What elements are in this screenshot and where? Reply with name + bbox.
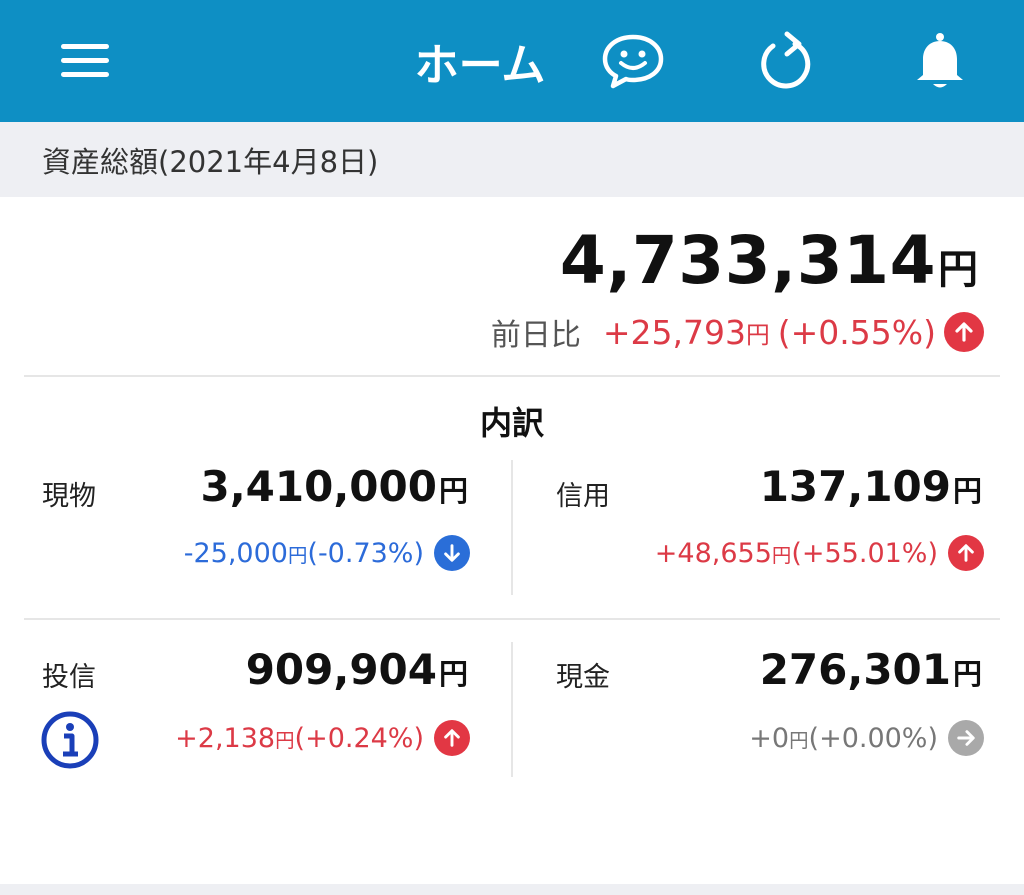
change-amount: -25,000 [183,537,288,569]
breakdown-change-cash: +0 円 (+0.00%) [749,720,984,756]
breakdown-change-spot: -25,000 円 (-0.73%) [184,535,470,571]
breakdown-label-margin: 信用 [556,481,610,512]
notifications-button[interactable] [905,0,975,122]
currency-unit: 円 [771,543,792,567]
change-percent: (-0.73%) [307,537,424,569]
bell-icon [917,33,963,88]
divider [24,375,1000,377]
change-percent: (+0.00%) [808,722,938,754]
currency-unit: 円 [952,474,982,508]
info-button[interactable] [40,710,100,770]
menu-icon [61,44,109,77]
breakdown-amount-margin: 137,109 円 [760,462,982,511]
breakdown-title: 内訳 [479,404,544,442]
column-divider [511,460,513,595]
change-percent: (+0.24%) [294,722,424,754]
bottom-strip [0,884,1024,895]
breakdown-amount-cash: 276,301 円 [760,645,982,694]
arrow-down-icon [434,535,470,571]
currency-unit: 円 [938,247,978,293]
currency-unit: 円 [746,320,770,349]
day-change-row: 前日比 +25,793 円 (+0.55%) [491,310,984,354]
divider [24,618,1000,620]
app-header: ホーム [0,0,1024,122]
total-assets-section-title: 資産総額(2021年4月8日) [0,122,1024,197]
breakdown-amount-spot: 3,410,000 円 [201,462,469,511]
change-amount: +2,138 [175,722,276,754]
breakdown-label-cash: 現金 [556,662,610,693]
info-icon [41,711,99,769]
day-change-label: 前日比 [490,318,581,353]
chat-button[interactable] [598,0,668,122]
amount: 909,904 [245,645,437,694]
change-amount: +48,655 [654,537,772,569]
currency-unit: 円 [438,657,468,691]
day-change-percent: (+0.55%) [777,312,936,352]
page-title: ホーム [414,40,546,91]
breakdown-change-investment-trust: +2,138 円 (+0.24%) [175,720,470,756]
total-assets-value: 4,733,314 円 [560,222,978,299]
breakdown-label-investment-trust: 投信 [42,662,96,693]
amount: 276,301 [759,645,951,694]
currency-unit: 円 [789,728,809,752]
change-percent: (+55.01%) [791,537,938,569]
total-assets-amount: 4,733,314 [559,222,936,299]
currency-unit: 円 [287,543,308,567]
column-divider [511,642,513,777]
amount: 3,410,000 [200,462,437,511]
arrow-up-icon [944,312,984,352]
change-amount: +0 [749,722,790,754]
breakdown-change-margin: +48,655 円 (+55.01%) [655,535,984,571]
arrow-up-icon [948,535,984,571]
currency-unit: 円 [438,474,468,508]
currency-unit: 円 [952,657,982,691]
refresh-icon [761,31,811,89]
arrow-right-icon [948,720,984,756]
chat-smile-icon [602,34,664,89]
refresh-button[interactable] [750,0,820,122]
menu-button[interactable] [50,0,120,122]
arrow-up-icon [434,720,470,756]
breakdown-label-spot: 現物 [42,481,96,512]
amount: 137,109 [759,462,951,511]
currency-unit: 円 [275,728,295,752]
breakdown-amount-investment-trust: 909,904 円 [246,645,468,694]
day-change-amount: +25,793 [602,312,746,352]
